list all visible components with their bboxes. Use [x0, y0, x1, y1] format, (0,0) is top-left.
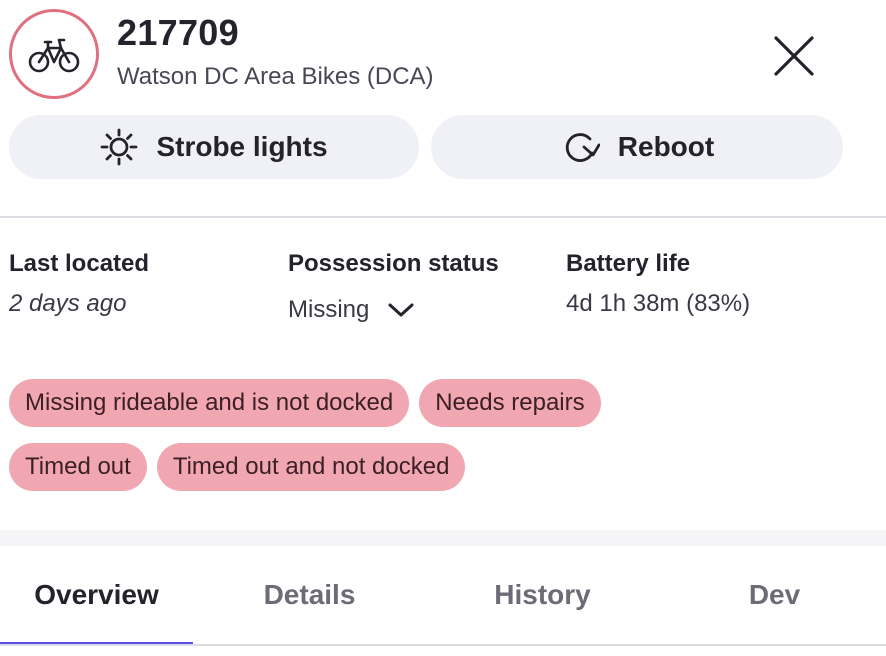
- tab-overview[interactable]: Overview: [0, 546, 193, 644]
- vehicle-id: 217709: [117, 12, 239, 53]
- tab-dev[interactable]: Dev: [678, 546, 871, 644]
- strobe-lights-label: Strobe lights: [156, 131, 328, 162]
- strobe-lights-button[interactable]: Strobe lights: [9, 115, 419, 179]
- bicycle-icon: [28, 38, 80, 73]
- last-located-label: Last located: [9, 250, 150, 277]
- status-tag: Missing rideable and is not docked: [9, 379, 410, 427]
- chevron-down-icon: [388, 303, 414, 317]
- close-button[interactable]: [768, 30, 820, 82]
- vehicle-header: 217709 Watson DC Area Bikes (DCA): [0, 0, 886, 108]
- fleet-name: Watson DC Area Bikes (DCA): [117, 63, 434, 90]
- tab-bar: Overview Details History Dev: [0, 546, 886, 646]
- last-located-stat: Last located 2 days ago: [9, 250, 149, 318]
- tag-row: Timed out Timed out and not docked: [9, 443, 869, 491]
- battery-life-value: 4d 1h 38m (83%): [566, 290, 751, 317]
- status-tag: Needs repairs: [419, 379, 601, 427]
- possession-status-value: Missing: [288, 296, 370, 323]
- possession-status-label: Possession status: [288, 250, 499, 277]
- battery-life-stat: Battery life 4d 1h 38m (83%): [566, 250, 750, 318]
- status-tags: Missing rideable and is not docked Needs…: [9, 379, 869, 507]
- bicycle-avatar: [9, 9, 99, 99]
- possession-status-stat: Possession status Missing: [288, 250, 499, 324]
- tab-details[interactable]: Details: [213, 546, 406, 644]
- section-divider: [0, 216, 886, 218]
- status-tag: Timed out: [9, 443, 147, 491]
- battery-life-label: Battery life: [566, 250, 691, 277]
- tag-row: Missing rideable and is not docked Needs…: [9, 379, 869, 427]
- reboot-label: Reboot: [617, 131, 715, 162]
- reboot-button[interactable]: Reboot: [431, 115, 843, 179]
- last-located-value: 2 days ago: [9, 290, 127, 317]
- action-buttons: Strobe lights Reboot: [9, 115, 845, 179]
- close-icon: [774, 36, 814, 76]
- status-tag: Timed out and not docked: [156, 443, 466, 491]
- sun-icon: [101, 128, 138, 166]
- refresh-icon: [565, 133, 600, 162]
- possession-status-dropdown[interactable]: Missing: [288, 296, 499, 324]
- tabs-divider: [0, 644, 886, 646]
- tab-history[interactable]: History: [446, 546, 639, 644]
- section-separator: [0, 530, 886, 546]
